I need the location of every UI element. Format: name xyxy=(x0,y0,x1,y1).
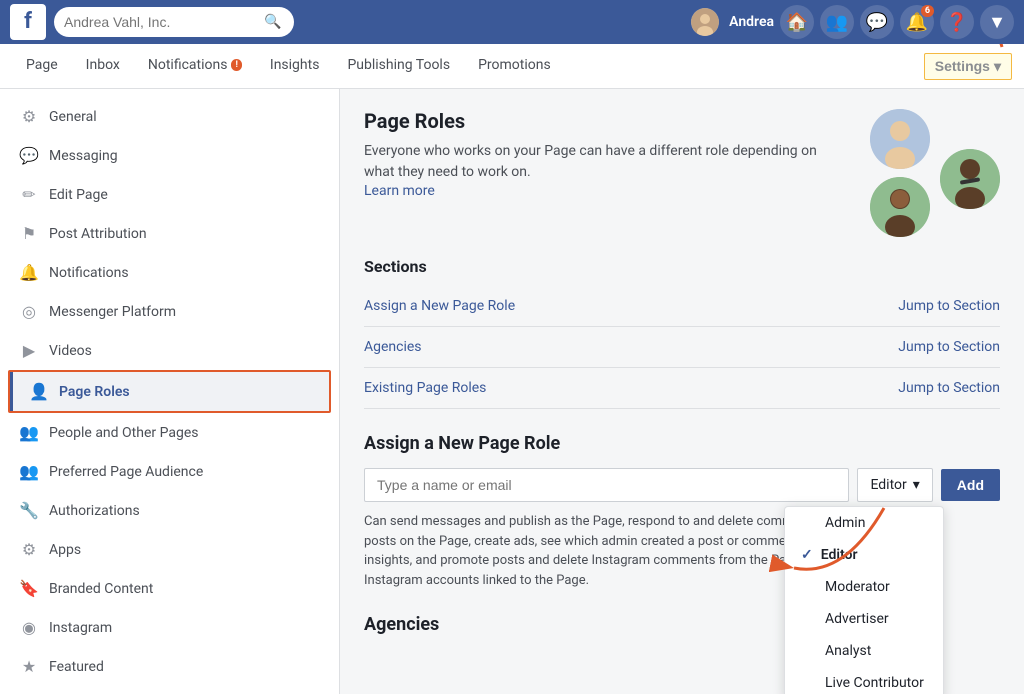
star-icon: ★ xyxy=(19,657,39,676)
assign-row: Editor ▾ Add Adm xyxy=(364,468,1000,502)
chevron-down-icon: ▾ xyxy=(994,58,1001,75)
search-input[interactable] xyxy=(64,14,264,30)
user-name: Andrea xyxy=(729,14,774,30)
role-option-advertiser[interactable]: Advertiser xyxy=(785,603,943,635)
friends-icon[interactable]: 👥 xyxy=(820,5,854,39)
top-nav: f 🔍 Andrea 🏠 👥 💬 🔔 6 ❓ ▼ xyxy=(0,0,1024,44)
sidebar-item-edit-page[interactable]: ✏ Edit Page xyxy=(0,175,339,214)
avatar-svg xyxy=(691,8,719,36)
sub-nav-page[interactable]: Page xyxy=(12,44,72,89)
learn-more-link[interactable]: Learn more xyxy=(364,183,435,199)
facebook-logo: f xyxy=(10,4,46,40)
sub-nav-insights[interactable]: Insights xyxy=(256,44,334,89)
post-icon: ⚑ xyxy=(19,224,39,243)
sub-nav-notifications[interactable]: Notifications ! xyxy=(134,44,256,89)
dropdown-chevron-icon: ▾ xyxy=(913,477,920,493)
page-roles-description: Everyone who works on your Page can have… xyxy=(364,141,824,183)
sub-nav-promotions[interactable]: Promotions xyxy=(464,44,565,89)
edit-icon: ✏ xyxy=(19,185,39,204)
sub-nav: Page Inbox Notifications ! Insights Publ… xyxy=(0,44,1024,89)
auth-icon: 🔧 xyxy=(19,501,39,520)
role-dropdown: Admin ✓ Editor Moderator Advertiser xyxy=(784,506,944,694)
notifications-badge: ! xyxy=(231,59,241,71)
sidebar: ⚙ General 💬 Messaging ✏ Edit Page ⚑ Post… xyxy=(0,89,340,694)
sidebar-item-authorizations[interactable]: 🔧 Authorizations xyxy=(0,491,339,530)
sidebar-item-messaging[interactable]: 💬 Messaging xyxy=(0,136,339,175)
branded-icon: 🔖 xyxy=(19,579,39,598)
role-option-live-contributor[interactable]: Live Contributor xyxy=(785,667,943,694)
sidebar-item-preferred-page-audience[interactable]: 👥 Preferred Page Audience xyxy=(0,452,339,491)
home-btn[interactable]: 🏠 xyxy=(780,5,814,39)
assign-input[interactable] xyxy=(364,468,849,502)
section-link-existing[interactable]: Existing Page Roles xyxy=(364,380,486,396)
jump-link-0[interactable]: Jump to Section xyxy=(898,298,1000,314)
notification-badge: 6 xyxy=(921,5,934,17)
page-roles-title: Page Roles xyxy=(364,109,824,133)
page-roles-text: Page Roles Everyone who works on your Pa… xyxy=(364,109,824,199)
section-link-assign[interactable]: Assign a New Page Role xyxy=(364,298,515,314)
sidebar-item-branded-content[interactable]: 🔖 Branded Content xyxy=(0,569,339,608)
settings-button[interactable]: Settings ▾ xyxy=(924,53,1012,80)
messenger-platform-icon: ◎ xyxy=(19,302,39,321)
sidebar-item-people-other-pages[interactable]: 👥 People and Other Pages xyxy=(0,413,339,452)
section-row-2: Existing Page Roles Jump to Section xyxy=(364,368,1000,409)
section-row-1: Agencies Jump to Section xyxy=(364,327,1000,368)
jump-link-2[interactable]: Jump to Section xyxy=(898,380,1000,396)
messaging-icon: 💬 xyxy=(19,146,39,165)
messenger-icon[interactable]: 💬 xyxy=(860,5,894,39)
avatar-3 xyxy=(870,177,930,237)
audience-icon: 👥 xyxy=(19,462,39,481)
apps-icon: ⚙ xyxy=(19,540,39,559)
avatar-1 xyxy=(870,109,930,169)
sidebar-item-notifications[interactable]: 🔔 Notifications xyxy=(0,253,339,292)
page-roles-header: Page Roles Everyone who works on your Pa… xyxy=(364,109,1000,237)
sub-nav-inbox[interactable]: Inbox xyxy=(72,44,134,89)
bell-icon: 🔔 xyxy=(19,263,39,282)
sidebar-item-apps[interactable]: ⚙ Apps xyxy=(0,530,339,569)
sidebar-item-featured[interactable]: ★ Featured xyxy=(0,647,339,686)
sidebar-item-instagram[interactable]: ◉ Instagram xyxy=(0,608,339,647)
sub-nav-publishing-tools[interactable]: Publishing Tools xyxy=(333,44,464,89)
search-bar[interactable]: 🔍 xyxy=(54,7,294,37)
notifications-icon[interactable]: 🔔 6 xyxy=(900,5,934,39)
instagram-icon: ◉ xyxy=(19,618,39,637)
add-button[interactable]: Add xyxy=(941,469,1000,501)
main-content: Page Roles Everyone who works on your Pa… xyxy=(340,89,1024,694)
role-option-editor[interactable]: ✓ Editor xyxy=(785,539,943,571)
role-option-analyst[interactable]: Analyst xyxy=(785,635,943,667)
jump-link-1[interactable]: Jump to Section xyxy=(898,339,1000,355)
sidebar-item-page-roles[interactable]: 👤 Page Roles xyxy=(10,372,329,411)
section-link-agencies[interactable]: Agencies xyxy=(364,339,422,355)
role-option-admin[interactable]: Admin xyxy=(785,507,943,539)
help-icon[interactable]: ❓ xyxy=(940,5,974,39)
more-icon[interactable]: ▼ xyxy=(980,5,1014,39)
person-icon: 👤 xyxy=(29,382,49,401)
avatar-2 xyxy=(940,149,1000,209)
sidebar-item-general[interactable]: ⚙ General xyxy=(0,97,339,136)
sidebar-item-messenger-platform[interactable]: ◎ Messenger Platform xyxy=(0,292,339,331)
sidebar-item-videos[interactable]: ▶ Videos xyxy=(0,331,339,370)
sidebar-item-post-attribution[interactable]: ⚑ Post Attribution xyxy=(0,214,339,253)
gear-icon: ⚙ xyxy=(19,107,39,126)
role-option-moderator[interactable]: Moderator xyxy=(785,571,943,603)
avatar xyxy=(691,8,719,36)
video-icon: ▶ xyxy=(19,341,39,360)
sections-container: Sections Assign a New Page Role Jump to … xyxy=(364,257,1000,409)
nav-right: Andrea 🏠 👥 💬 🔔 6 ❓ ▼ xyxy=(691,5,1014,39)
people-icon: 👥 xyxy=(19,423,39,442)
check-icon: ✓ xyxy=(801,547,813,563)
avatars-group xyxy=(870,119,1000,237)
sections-title: Sections xyxy=(364,257,1000,276)
section-row-0: Assign a New Page Role Jump to Section xyxy=(364,286,1000,327)
assign-title: Assign a New Page Role xyxy=(364,433,1000,454)
search-icon: 🔍 xyxy=(264,14,281,30)
role-dropdown-trigger[interactable]: Editor ▾ xyxy=(857,468,932,502)
main-layout: ⚙ General 💬 Messaging ✏ Edit Page ⚑ Post… xyxy=(0,89,1024,694)
assign-section: Assign a New Page Role Editor ▾ Add xyxy=(364,433,1000,590)
